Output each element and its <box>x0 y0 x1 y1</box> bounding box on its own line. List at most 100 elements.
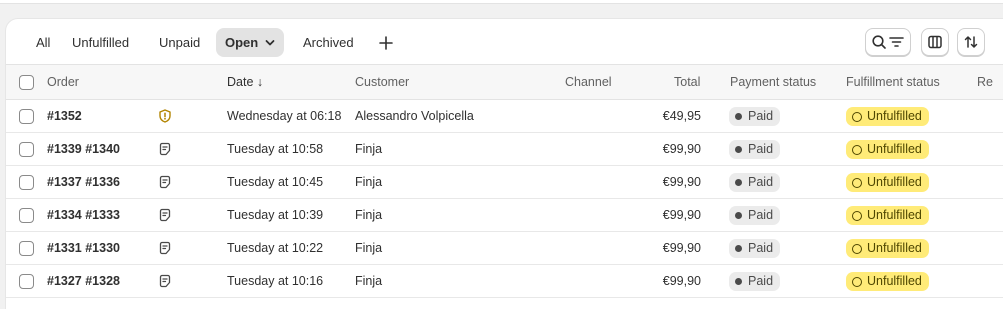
fulfillment-status-label: Unfulfilled <box>867 208 922 222</box>
order-date: Tuesday at 10:45 <box>227 175 324 189</box>
note-icon[interactable] <box>158 241 172 255</box>
view-tabs-bar: All Unfulfilled Unpaid Open Archived <box>6 19 1003 64</box>
tab-all[interactable]: All <box>27 28 59 57</box>
paid-dot-icon <box>735 146 742 153</box>
note-icon[interactable] <box>158 142 172 156</box>
order-date: Wednesday at 06:18 <box>227 109 342 123</box>
note-icon[interactable] <box>158 208 172 222</box>
fulfillment-status-badge: Unfulfilled <box>846 173 929 192</box>
payment-status-label: Paid <box>748 274 774 288</box>
order-total: €99,90 <box>662 241 701 255</box>
order-number[interactable]: #1352 <box>47 100 82 133</box>
unfulfilled-ring-icon <box>852 243 862 254</box>
column-header-fulfillment-status[interactable]: Fulfillment status <box>846 65 940 99</box>
paid-dot-icon <box>735 212 742 219</box>
fulfillment-status-label: Unfulfilled <box>867 142 922 156</box>
search-filter-button[interactable] <box>865 28 911 56</box>
row-checkbox[interactable] <box>19 109 34 124</box>
paid-dot-icon <box>735 245 742 252</box>
column-header-order[interactable]: Order <box>47 65 79 99</box>
order-total: €49,95 <box>662 109 701 123</box>
unfulfilled-ring-icon <box>852 276 862 287</box>
order-customer: Finja <box>355 142 383 156</box>
order-number[interactable]: #1334 #1333 <box>47 199 120 232</box>
note-icon[interactable] <box>158 274 172 288</box>
payment-status-badge: Paid <box>729 173 781 192</box>
tab-unpaid[interactable]: Unpaid <box>150 28 209 57</box>
row-checkbox[interactable] <box>19 208 34 223</box>
order-date: Tuesday at 10:16 <box>227 274 324 288</box>
fulfillment-status-label: Unfulfilled <box>867 274 922 288</box>
order-number[interactable]: #1337 #1336 <box>47 166 120 199</box>
table-row[interactable]: #1337 #1336 Tuesday at 10:45 Finja €99,9… <box>6 166 1003 199</box>
payment-status-badge: Paid <box>729 239 781 258</box>
note-icon[interactable] <box>158 175 172 189</box>
column-header-channel[interactable]: Channel <box>565 65 612 99</box>
top-summary-strip <box>0 0 1003 4</box>
table-row[interactable]: #1339 #1340 Tuesday at 10:58 Finja €99,9… <box>6 133 1003 166</box>
unfulfilled-ring-icon <box>852 210 862 221</box>
column-header-date[interactable]: Date ↓ <box>227 65 263 99</box>
payment-status-badge: Paid <box>729 272 781 291</box>
tab-archived[interactable]: Archived <box>294 28 363 57</box>
order-total: €99,90 <box>662 175 701 189</box>
order-date: Tuesday at 10:39 <box>227 208 324 222</box>
fulfillment-status-badge: Unfulfilled <box>846 107 929 126</box>
row-checkbox[interactable] <box>19 274 34 289</box>
alert-shield-icon[interactable] <box>158 109 172 123</box>
tab-open[interactable]: Open <box>216 28 284 57</box>
table-row[interactable]: #1327 #1328 Tuesday at 10:16 Finja €99,9… <box>6 265 1003 298</box>
unfulfilled-ring-icon <box>852 111 862 122</box>
payment-status-badge: Paid <box>729 206 781 225</box>
order-customer: Finja <box>355 208 383 222</box>
sort-button[interactable] <box>957 28 985 56</box>
order-customer: Finja <box>355 274 383 288</box>
order-number[interactable]: #1327 #1328 <box>47 265 120 298</box>
fulfillment-status-badge: Unfulfilled <box>846 272 929 291</box>
payment-status-label: Paid <box>748 208 774 222</box>
payment-status-label: Paid <box>748 142 774 156</box>
table-header: Order Date ↓ Customer Channel Total Paym… <box>6 64 1003 100</box>
row-checkbox[interactable] <box>19 241 34 256</box>
row-checkbox[interactable] <box>19 142 34 157</box>
order-total: €99,90 <box>662 142 701 156</box>
tab-unfulfilled[interactable]: Unfulfilled <box>63 28 138 57</box>
columns-button[interactable] <box>921 28 949 56</box>
unfulfilled-ring-icon <box>852 177 862 188</box>
select-all-checkbox[interactable] <box>19 75 34 90</box>
payment-status-label: Paid <box>748 109 774 123</box>
column-header-total[interactable]: Total <box>674 65 700 99</box>
payment-status-label: Paid <box>748 241 774 255</box>
order-total: €99,90 <box>662 208 701 222</box>
table-row[interactable]: #1352 Wednesday at 06:18 Alessandro Volp… <box>6 100 1003 133</box>
chevron-down-icon <box>265 39 275 45</box>
tab-label: Unpaid <box>159 35 201 50</box>
payment-status-label: Paid <box>748 175 774 189</box>
tab-label: Archived <box>303 35 354 50</box>
fulfillment-status-label: Unfulfilled <box>867 175 922 189</box>
order-customer: Alessandro Volpicella <box>355 109 474 123</box>
column-header-payment-status[interactable]: Payment status <box>730 65 816 99</box>
table-row[interactable]: #1334 #1333 Tuesday at 10:39 Finja €99,9… <box>6 199 1003 232</box>
order-number[interactable]: #1331 #1330 <box>47 232 120 265</box>
row-checkbox[interactable] <box>19 175 34 190</box>
table-row[interactable]: #1331 #1330 Tuesday at 10:22 Finja €99,9… <box>6 232 1003 265</box>
order-total: €99,90 <box>662 274 701 288</box>
fulfillment-status-label: Unfulfilled <box>867 241 922 255</box>
column-header-customer[interactable]: Customer <box>355 65 409 99</box>
search-filter-icon <box>872 35 904 49</box>
plus-icon[interactable] <box>376 33 396 53</box>
unfulfilled-ring-icon <box>852 144 862 155</box>
columns-icon <box>928 35 942 49</box>
paid-dot-icon <box>735 278 742 285</box>
order-date: Tuesday at 10:22 <box>227 241 324 255</box>
order-customer: Finja <box>355 175 383 189</box>
paid-dot-icon <box>735 113 742 120</box>
payment-status-badge: Paid <box>729 107 781 126</box>
paid-dot-icon <box>735 179 742 186</box>
orders-card: All Unfulfilled Unpaid Open Archived Ord… <box>6 19 1003 309</box>
column-header-truncated[interactable]: Re <box>977 65 993 99</box>
order-number[interactable]: #1339 #1340 <box>47 133 120 166</box>
sort-icon <box>964 36 978 48</box>
tab-label: All <box>36 35 51 50</box>
